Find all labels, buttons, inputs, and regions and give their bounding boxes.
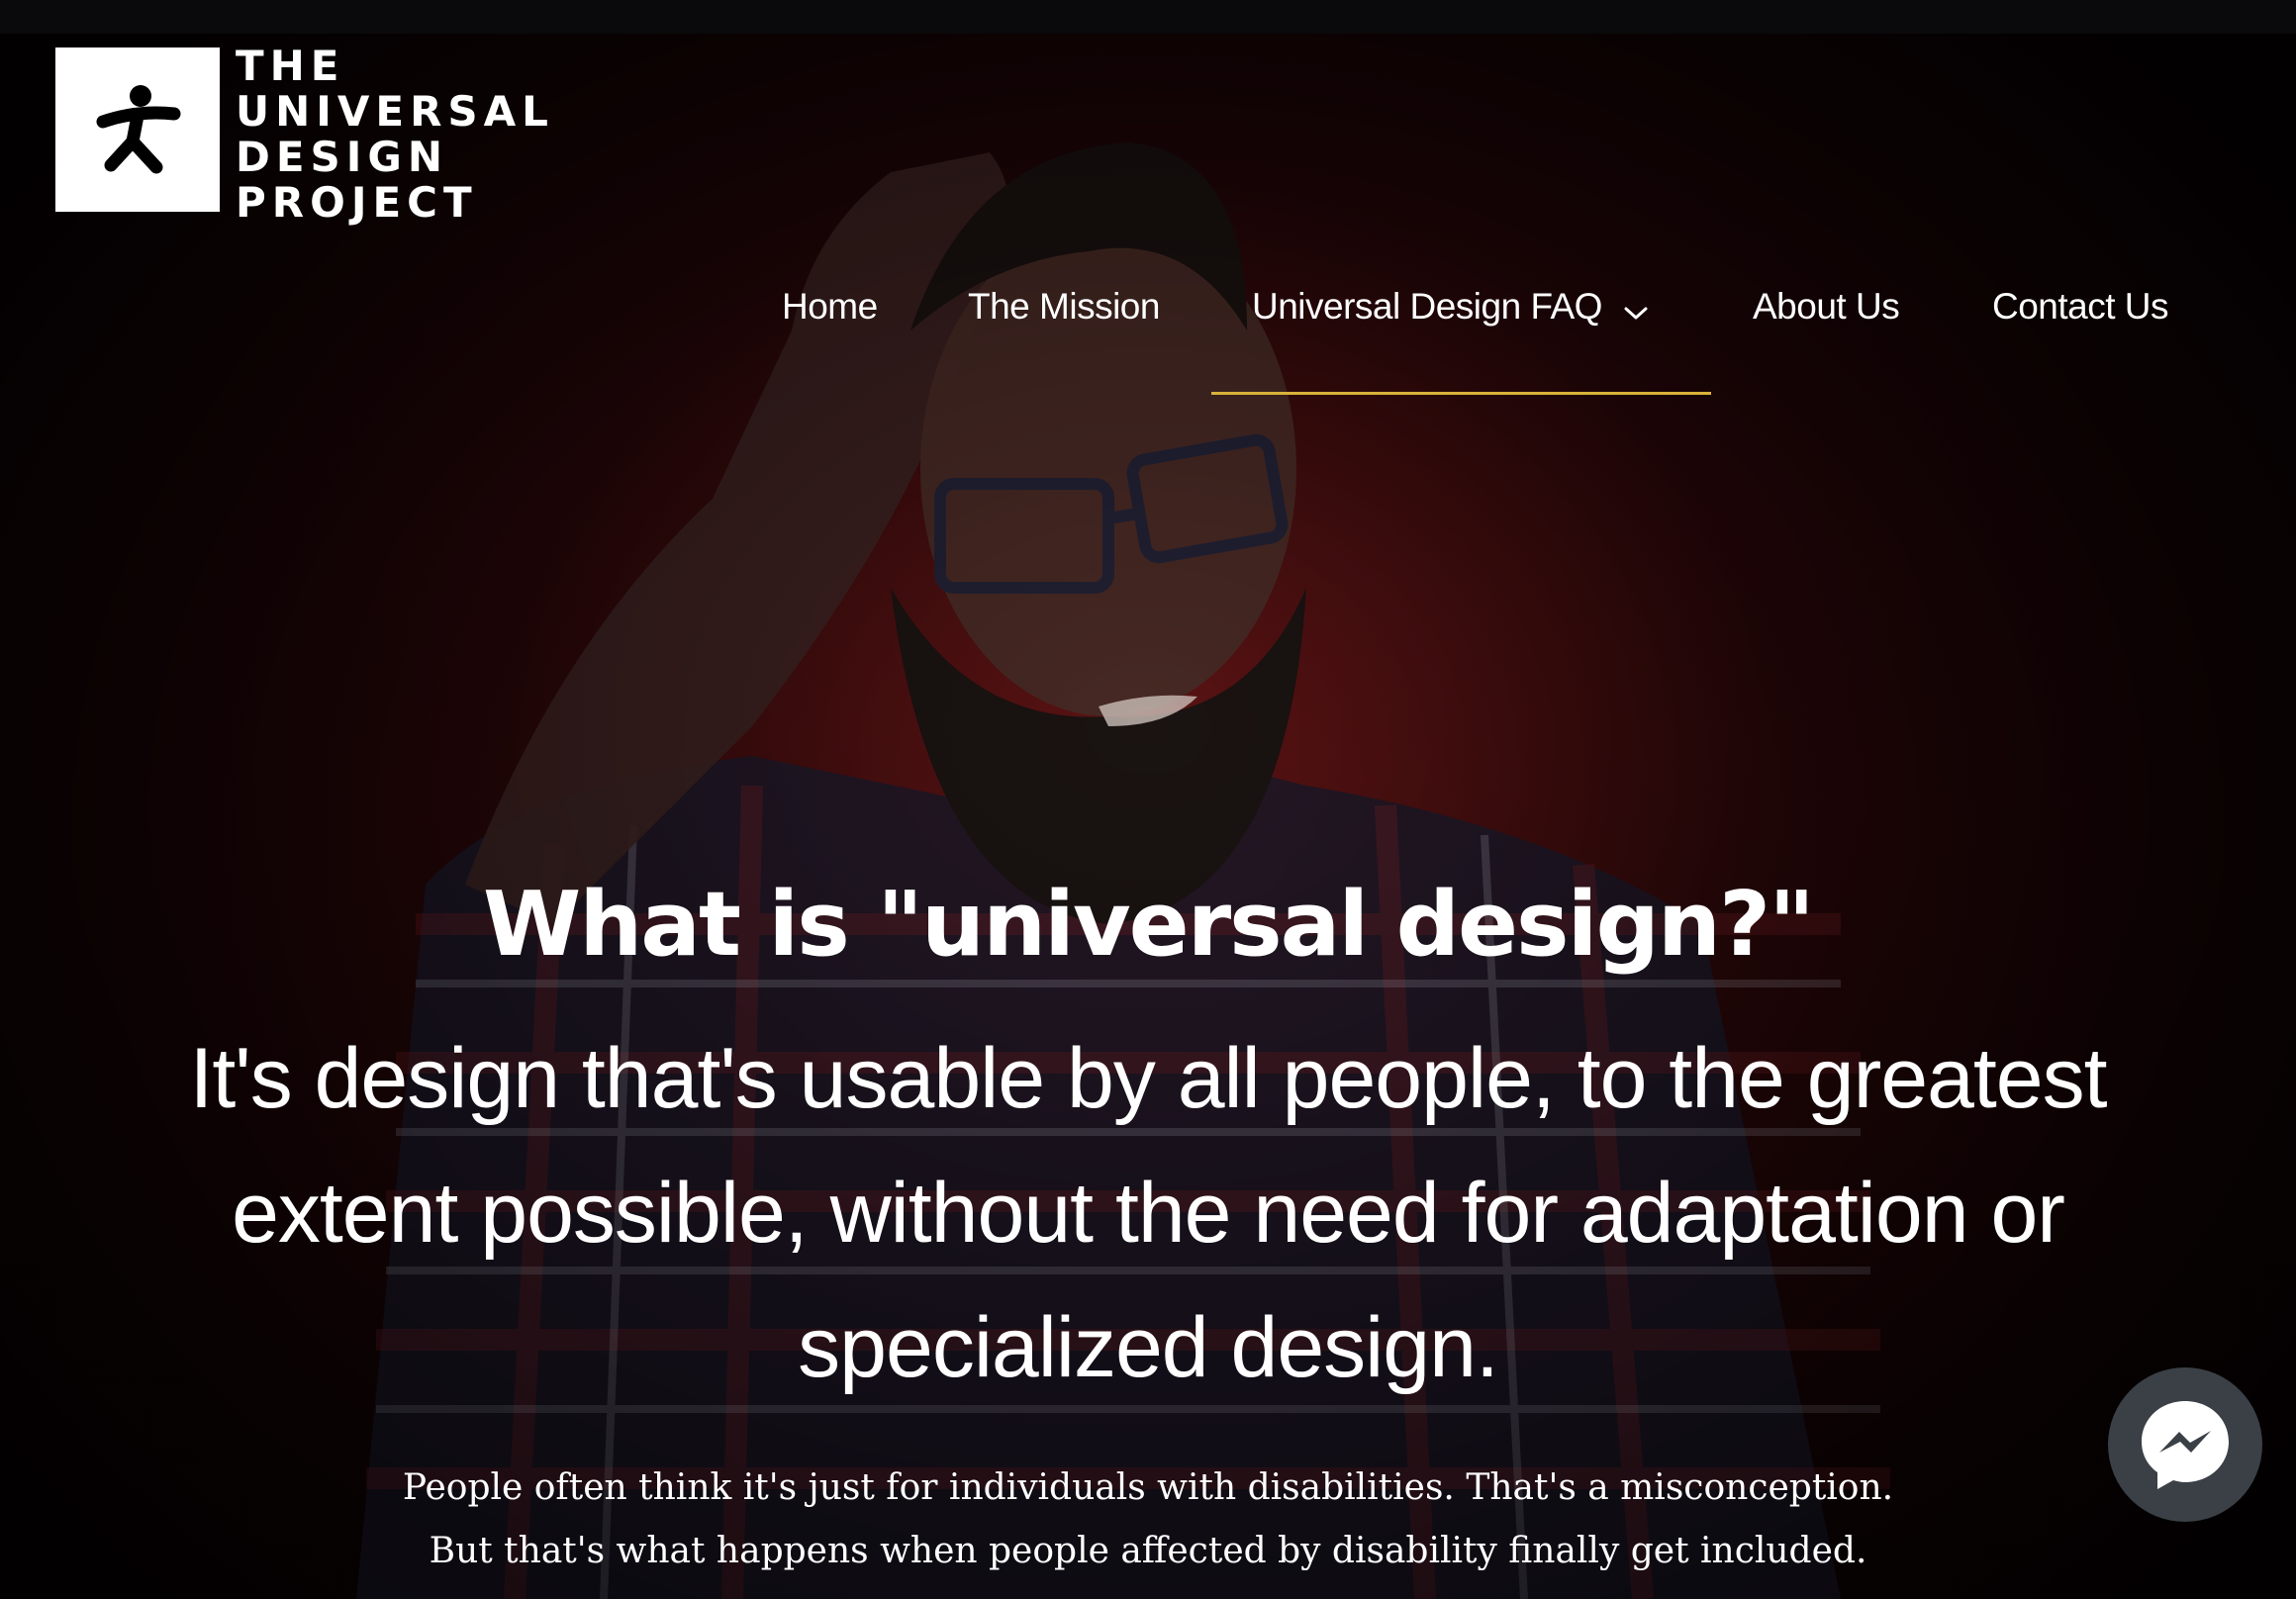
hero-body-line: People often think it's just for individ… [402, 1467, 1894, 1508]
main-nav: Home The Mission Universal Design FAQ Ab… [0, 277, 2296, 336]
messenger-chat-button[interactable] [2108, 1367, 2262, 1522]
chevron-down-icon [1624, 279, 1648, 338]
active-nav-indicator [1211, 392, 1711, 395]
nav-item-about-us[interactable]: About Us [1753, 277, 1900, 336]
hero-subheading: It's design that's usable by all people,… [189, 1031, 2108, 1395]
nav-item-universal-design-faq[interactable]: Universal Design FAQ [1252, 277, 1648, 338]
logo-mark [55, 47, 220, 212]
logo-line: DESIGN [236, 133, 449, 181]
logo-line: PROJECT [236, 178, 478, 227]
nav-item-label: Universal Design FAQ [1252, 286, 1602, 327]
logo-wordmark: THE UNIVERSAL DESIGN PROJECT [236, 44, 554, 226]
messenger-icon [2142, 1401, 2229, 1489]
logo-line: UNIVERSAL [236, 87, 554, 136]
page: THE UNIVERSAL DESIGN PROJECT Home The Mi… [0, 0, 2296, 1599]
site-logo[interactable]: THE UNIVERSAL DESIGN PROJECT [55, 44, 554, 226]
hero-headline: What is "universal design?" [482, 873, 1815, 977]
logo-line: THE [236, 42, 345, 90]
hero-body-text: People often think it's just for individ… [0, 1457, 2296, 1583]
person-figure-icon [96, 85, 181, 174]
nav-item-the-mission[interactable]: The Mission [968, 277, 1160, 336]
hero-body-line: But that's what happens when people affe… [429, 1531, 1867, 1571]
nav-item-contact-us[interactable]: Contact Us [1992, 277, 2169, 336]
top-bar [0, 0, 2296, 34]
nav-item-home[interactable]: Home [782, 277, 878, 336]
